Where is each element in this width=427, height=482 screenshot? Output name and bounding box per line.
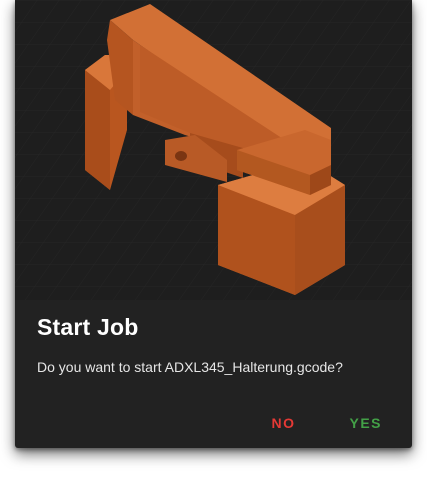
start-job-dialog: Start Job Do you want to start ADXL345_H… [15,0,412,448]
gcode-thumbnail [15,0,412,300]
dialog-title: Start Job [37,314,139,340]
no-button[interactable]: NO [261,409,305,437]
model-preview-icon [15,0,412,300]
yes-button[interactable]: YES [339,409,392,437]
dialog-actions: NO YES [261,409,392,437]
dialog-message: Do you want to start ADXL345_Halterung.g… [37,359,343,375]
